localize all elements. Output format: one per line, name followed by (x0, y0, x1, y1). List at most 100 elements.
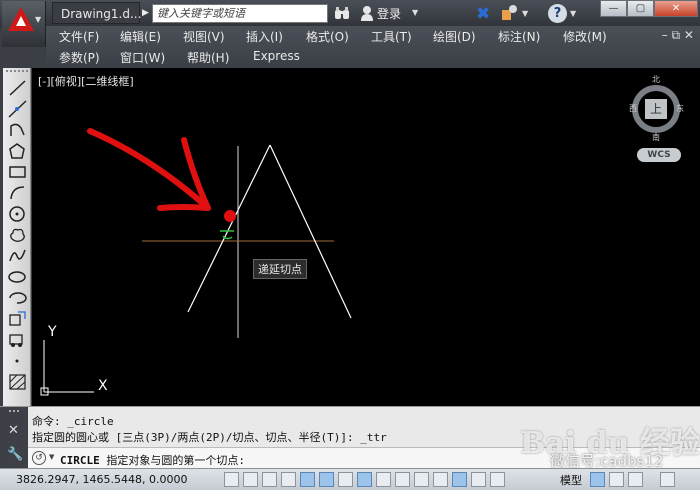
quick-view-layouts-button[interactable] (609, 472, 624, 487)
chevron-down-icon[interactable]: ▼ (49, 453, 54, 461)
selection-cycling-toggle[interactable] (471, 472, 486, 487)
ellipse-tool-icon[interactable] (7, 267, 28, 287)
document-window-controls[interactable]: – ⧉ ✕ (662, 28, 694, 43)
insert-block-tool-icon[interactable] (7, 309, 28, 329)
binoculars-icon[interactable] (334, 6, 350, 20)
compass-west[interactable]: 西 (629, 103, 637, 114)
hatch-tool-icon[interactable] (7, 372, 28, 392)
minimize-button[interactable]: — (600, 0, 627, 17)
menu-insert[interactable]: 插入(I) (246, 28, 283, 45)
lineweight-toggle[interactable] (414, 472, 429, 487)
line-tool-icon[interactable] (7, 78, 28, 98)
object-snap-tracking-toggle[interactable] (357, 472, 372, 487)
ellipse-arc-tool-icon[interactable] (7, 288, 28, 308)
title-bar: Drawing1.d... ▶ 键入关键字或短语 登录 ▼ ✖ ▼ ? ▼ — … (0, 0, 700, 28)
autocad-logo-icon (8, 7, 34, 31)
compass-south[interactable]: 南 (652, 132, 660, 143)
clean-screen-button[interactable] (660, 472, 675, 487)
drawing-geometry: Y X (40, 128, 352, 396)
wcs-menu-button[interactable]: WCS (637, 148, 681, 162)
maximize-button[interactable]: ▢ (627, 0, 654, 17)
menu-edit[interactable]: 编辑(E) (120, 28, 161, 45)
ucs-x-label: X (98, 378, 108, 394)
snap-mode-toggle[interactable] (243, 472, 258, 487)
object-snap-toggle[interactable] (319, 472, 334, 487)
menu-help[interactable]: 帮助(H) (187, 49, 229, 66)
ortho-toggle[interactable] (281, 472, 296, 487)
compass-north[interactable]: 北 (652, 74, 660, 85)
command-input-row[interactable]: ↺ ▼ CIRCLE 指定对象与圆的第一个切点: (28, 447, 700, 469)
wrench-icon[interactable]: 🔧 (7, 447, 23, 462)
arc-tool-icon[interactable] (7, 183, 28, 203)
viewcube-top-face[interactable]: 上 (645, 99, 667, 119)
annotation-dot (224, 210, 236, 222)
command-history-line: 命令: _circle (32, 415, 114, 428)
command-line-sidebar: ✕ 🔧 (0, 407, 28, 469)
dynamic-input-toggle[interactable] (395, 472, 410, 487)
menu-parametric[interactable]: 参数(P) (59, 49, 100, 66)
toolbar-grip[interactable] (6, 70, 28, 76)
command-line-grip[interactable] (9, 410, 19, 418)
menu-tools[interactable]: 工具(T) (371, 28, 412, 45)
drawing-canvas[interactable]: Y X [-][俯视][二维线框] 北 南 西 东 上 WCS 递延切点 (32, 68, 700, 406)
snap-tooltip: 递延切点 (253, 259, 307, 279)
polyline-tool-icon[interactable] (7, 120, 28, 140)
menu-file[interactable]: 文件(F) (59, 28, 99, 45)
menu-format[interactable]: 格式(O) (306, 28, 349, 45)
infer-constraints-toggle[interactable] (224, 472, 239, 487)
chevron-down-icon[interactable]: ▼ (570, 9, 576, 18)
autodesk-exchange-icon[interactable] (500, 4, 518, 22)
viewport-controls-label[interactable]: [-][俯视][二维线框] (38, 73, 134, 89)
compass-east[interactable]: 东 (676, 103, 684, 114)
menu-view[interactable]: 视图(V) (183, 28, 225, 45)
tab-scroll-arrow-icon[interactable]: ▶ (142, 4, 152, 22)
menu-bar: 文件(F) 编辑(E) 视图(V) 插入(I) 格式(O) 工具(T) 绘图(D… (46, 26, 700, 68)
quick-properties-toggle[interactable] (452, 472, 467, 487)
make-block-tool-icon[interactable] (7, 330, 28, 350)
point-tool-icon[interactable] (7, 351, 28, 371)
model-space-button[interactable]: 模型 (560, 472, 582, 488)
exchange-apps-icon[interactable]: ✖ (476, 4, 490, 24)
cursor-coordinates[interactable]: 3826.2947, 1465.5448, 0.0000 (16, 473, 187, 486)
menu-dimension[interactable]: 标注(N) (498, 28, 540, 45)
close-icon[interactable]: ✕ (8, 423, 19, 438)
command-line-window: ✕ 🔧 命令: _circle 指定圆的圆心或 [三点(3P)/两点(2P)/切… (0, 406, 700, 469)
construction-line-tool-icon[interactable] (7, 99, 28, 119)
search-input[interactable]: 键入关键字或短语 (152, 4, 328, 23)
menu-draw[interactable]: 绘图(D) (433, 28, 476, 45)
recent-commands-icon[interactable]: ↺ (32, 451, 46, 465)
close-button[interactable]: ✕ (654, 0, 698, 17)
menu-express[interactable]: Express (253, 49, 300, 63)
chevron-down-icon: ▼ (35, 15, 42, 24)
menu-modify[interactable]: 修改(M) (563, 28, 607, 45)
menu-window[interactable]: 窗口(W) (120, 49, 165, 66)
circle-tool-icon[interactable] (7, 204, 28, 224)
revision-cloud-tool-icon[interactable] (7, 225, 28, 245)
document-tab[interactable]: Drawing1.d... (52, 2, 141, 24)
spline-tool-icon[interactable] (7, 246, 28, 266)
annotation-monitor-toggle[interactable] (490, 472, 505, 487)
command-prompt-text: 指定对象与圆的第一个切点: (106, 454, 245, 467)
user-icon[interactable] (360, 5, 374, 21)
command-input[interactable]: CIRCLE 指定对象与圆的第一个切点: (60, 452, 245, 468)
drawing-line-right (269, 144, 352, 319)
draw-toolbar (3, 68, 31, 408)
application-menu-button[interactable]: ▼ (2, 1, 46, 47)
polygon-tool-icon[interactable] (7, 141, 28, 161)
viewcube[interactable]: 北 南 西 东 上 (629, 74, 687, 144)
polar-tracking-toggle[interactable] (300, 472, 315, 487)
login-link[interactable]: 登录 (377, 5, 401, 22)
dynamic-ucs-toggle[interactable] (376, 472, 391, 487)
ucs-y-label: Y (47, 324, 57, 340)
command-history-line: 指定圆的圆心或 [三点(3P)/两点(2P)/切点、切点、半径(T)]: _tt… (32, 431, 387, 444)
grid-toggle[interactable] (262, 472, 277, 487)
drawing-line-left (187, 144, 271, 313)
3d-object-snap-toggle[interactable] (338, 472, 353, 487)
transparency-toggle[interactable] (433, 472, 448, 487)
layout-button[interactable] (590, 472, 605, 487)
help-icon[interactable]: ? (548, 4, 567, 23)
chevron-down-icon[interactable]: ▼ (412, 8, 418, 17)
rectangle-tool-icon[interactable] (7, 162, 28, 182)
chevron-down-icon[interactable]: ▼ (522, 9, 528, 18)
quick-view-drawings-button[interactable] (628, 472, 643, 487)
